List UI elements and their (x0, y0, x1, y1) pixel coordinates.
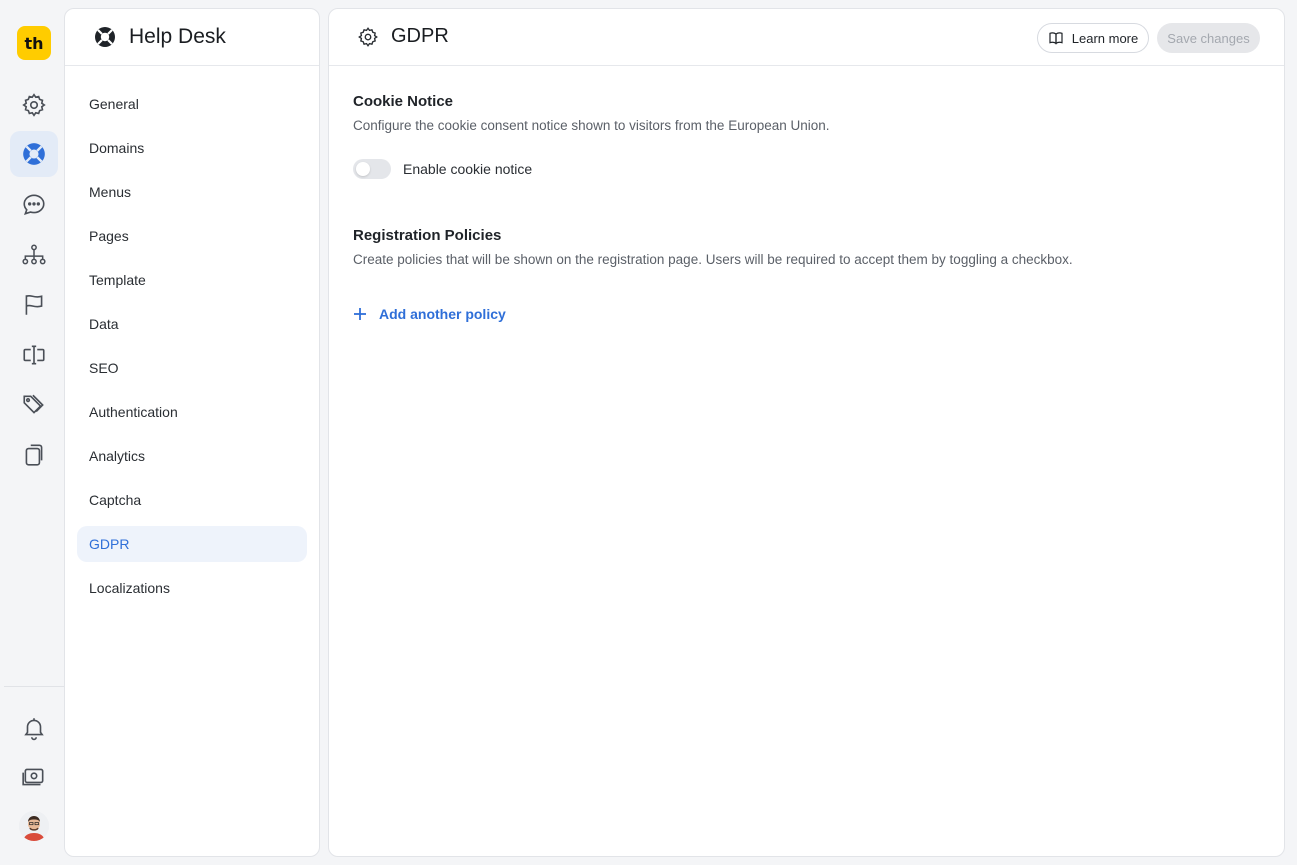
nav-item-general[interactable]: General (77, 86, 307, 122)
lifebuoy-icon (23, 143, 45, 165)
nav-item-seo[interactable]: SEO (77, 350, 307, 386)
gear-icon (358, 26, 378, 47)
nav-item-authentication[interactable]: Authentication (77, 394, 307, 430)
billing-button[interactable] (10, 754, 58, 800)
cookie-notice-description: Configure the cookie consent notice show… (353, 118, 830, 133)
logo-text: th (24, 33, 44, 53)
settings-nav-list: General Domains Menus Pages Template Dat… (65, 66, 319, 634)
help-desk-nav-button[interactable] (10, 131, 58, 177)
enable-cookie-notice-toggle[interactable] (353, 159, 391, 179)
nav-title: Help Desk (129, 25, 226, 48)
structure-nav-button[interactable] (10, 232, 58, 278)
page-title: GDPR (391, 25, 449, 47)
copy-icon (25, 444, 43, 466)
page-title-group: GDPR (357, 25, 449, 48)
book-open-icon (1049, 32, 1063, 45)
text-fields-nav-button[interactable] (10, 332, 58, 378)
nav-item-analytics[interactable]: Analytics (77, 438, 307, 474)
settings-nav-button[interactable] (10, 82, 58, 128)
registration-policies-description: Create policies that will be shown on th… (353, 252, 1073, 267)
nav-item-pages[interactable]: Pages (77, 218, 307, 254)
rail-divider (4, 686, 64, 687)
save-changes-button[interactable]: Save changes (1157, 23, 1260, 53)
gdpr-settings-panel: GDPR Learn more Save changes Cookie Noti… (328, 8, 1285, 857)
nav-item-domains[interactable]: Domains (77, 130, 307, 166)
enable-cookie-notice-label[interactable]: Enable cookie notice (403, 161, 532, 177)
gear-icon (22, 93, 46, 117)
sitemap-icon (22, 244, 46, 265)
flag-icon (25, 294, 43, 315)
billing-icon (22, 768, 44, 786)
cookie-notice-toggle-row: Enable cookie notice (353, 159, 532, 179)
nav-item-data[interactable]: Data (77, 306, 307, 342)
help-desk-settings-nav: Help Desk General Domains Menus Pages Te… (64, 8, 320, 857)
plus-icon (354, 308, 366, 320)
nav-item-menus[interactable]: Menus (77, 174, 307, 210)
cookie-notice-title: Cookie Notice (353, 93, 454, 110)
chat-bubble-icon (23, 194, 45, 215)
add-another-policy-button[interactable]: Add another policy (353, 306, 506, 322)
nav-item-localizations[interactable]: Localizations (77, 570, 307, 606)
notifications-button[interactable] (10, 705, 58, 751)
user-avatar-image (19, 811, 49, 841)
tags-icon (23, 394, 44, 414)
app-rail: th (0, 0, 64, 865)
window-edge (1290, 0, 1297, 865)
tags-nav-button[interactable] (10, 382, 58, 428)
conversations-nav-button[interactable] (10, 182, 58, 228)
nav-item-gdpr[interactable]: GDPR (77, 526, 307, 562)
add-another-policy-label: Add another policy (379, 306, 506, 322)
text-cursor-icon (23, 345, 45, 365)
registration-policies-section: Registration Policies Create policies th… (353, 227, 1073, 267)
lifebuoy-icon (95, 27, 115, 47)
page-header: GDPR Learn more Save changes (329, 9, 1284, 66)
learn-more-label: Learn more (1071, 30, 1139, 46)
reports-nav-button[interactable] (10, 282, 58, 328)
registration-policies-title: Registration Policies (353, 227, 502, 244)
cookie-notice-section: Cookie Notice Configure the cookie conse… (353, 93, 830, 133)
learn-more-button[interactable]: Learn more (1037, 23, 1149, 53)
app-logo[interactable]: th (17, 26, 51, 60)
toggle-knob (356, 162, 370, 176)
nav-header: Help Desk (65, 9, 319, 66)
bell-icon (24, 718, 44, 741)
nav-item-captcha[interactable]: Captcha (77, 482, 307, 518)
pages-nav-button[interactable] (10, 432, 58, 478)
nav-item-template[interactable]: Template (77, 262, 307, 298)
avatar[interactable] (19, 811, 49, 841)
